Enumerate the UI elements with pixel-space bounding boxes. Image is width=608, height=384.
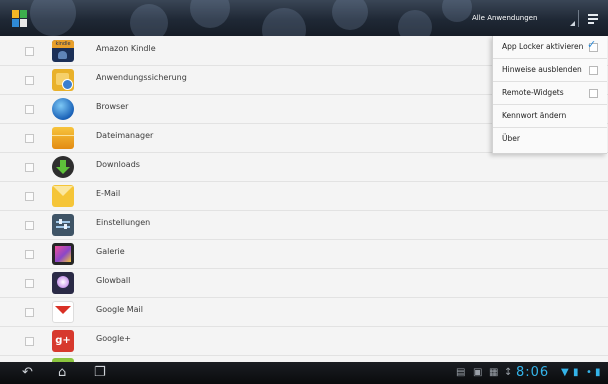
app-label: Glowball [96,276,131,285]
background-decoration [398,10,432,36]
app-checkbox[interactable] [25,250,34,259]
menu-item-about[interactable]: Über [493,128,607,150]
app-label: Browser [96,102,129,111]
background-decoration [130,4,168,36]
app-checkbox[interactable] [25,192,34,201]
clock: 8:06 [516,365,550,380]
browser-globe-icon [52,98,74,120]
menu-item-label: Remote-Widgets [502,88,564,97]
app-row-partial [0,355,608,362]
app-label: Amazon Kindle [96,44,156,53]
battery-icon: ▮ [595,367,601,378]
app-label: Downloads [96,160,140,169]
checkmark-icon: ✓ [587,38,597,51]
folder-icon [52,127,74,149]
overflow-menu-icon[interactable] [588,14,598,24]
settings-icon [52,214,74,236]
menu-item-label: Kennwort ändern [502,111,567,120]
app-filter-dropdown[interactable]: Alle Anwendungen [472,11,537,26]
app-label: Google+ [96,334,131,343]
google-plus-icon: g+ [52,330,74,352]
background-decoration [190,0,230,28]
home-icon[interactable]: ⌂ [58,365,66,381]
keyboard-icon: ▤ [456,367,466,378]
wifi-icon: ▼ [561,367,569,378]
app-row[interactable]: Glowball [0,268,608,298]
background-decoration [30,0,76,36]
app-checkbox[interactable] [25,76,34,85]
app-label: Einstellungen [96,218,151,227]
dropdown-arrow-icon [570,21,575,26]
app-row[interactable]: Downloads [0,152,608,182]
app-checkbox[interactable] [25,308,34,317]
gallery-icon [52,243,74,265]
back-icon[interactable]: ↶ [22,365,33,381]
email-icon [52,185,74,207]
overflow-menu: App Locker aktivieren ✓ Hinweise ausblen… [492,36,607,154]
app-locker-logo-icon [12,10,27,27]
menu-item-hide-hints[interactable]: Hinweise ausblenden [493,59,607,82]
app-label: E-Mail [96,189,121,198]
download-icon [52,156,74,178]
app-checkbox[interactable] [25,47,34,56]
menu-item-label: App Locker aktivieren [502,42,584,51]
kindle-badge: kindle [52,40,74,48]
background-decoration [262,8,306,36]
screenshot-icon: ▦ [489,367,499,378]
usb-icon: ↕ [504,367,513,378]
menu-item-change-password[interactable]: Kennwort ändern [493,105,607,128]
app-label: Dateimanager [96,131,154,140]
app-row[interactable]: E-Mail [0,181,608,211]
glowball-icon [52,272,74,294]
app-checkbox[interactable] [25,105,34,114]
bluetooth-icon: • [586,367,592,378]
background-decoration [332,0,368,30]
app-row[interactable]: g+ Google+ [0,326,608,356]
app-row[interactable]: Einstellungen [0,210,608,240]
system-bar: ↶ ⌂ ❐ ▤ ▣ ▦ ↕ 8:06 ▼ ▮ • ▮ [0,362,608,384]
menu-item-enable-app-locker[interactable]: App Locker aktivieren ✓ [493,36,607,59]
app-checkbox[interactable] [25,221,34,230]
reader-silhouette [58,51,67,59]
action-bar: Alle Anwendungen [0,0,608,36]
menu-checkbox[interactable] [589,66,598,75]
app-checkbox[interactable] [25,134,34,143]
divider [578,10,579,27]
menu-item-label: Hinweise ausblenden [502,65,582,74]
app-label: Google Mail [96,305,144,314]
recent-apps-icon[interactable]: ❐ [94,365,106,381]
gmail-icon [52,301,74,323]
app-checkbox[interactable] [25,337,34,346]
app-checkbox[interactable] [25,163,34,172]
app-label: Anwendungssicherung [96,73,187,82]
menu-item-label: Über [502,134,520,143]
app-label: Galerie [96,247,125,256]
app-row[interactable]: Google Mail [0,297,608,327]
signal-icon: ▮ [573,367,579,378]
lock-icon: ▣ [473,367,483,378]
menu-item-remote-widgets[interactable]: Remote-Widgets [493,82,607,105]
kindle-icon: kindle [52,40,74,62]
menu-checkbox[interactable] [589,89,598,98]
app-row[interactable]: Galerie [0,239,608,269]
app-checkbox[interactable] [25,279,34,288]
app-backup-icon [52,69,74,91]
background-decoration [442,0,472,22]
